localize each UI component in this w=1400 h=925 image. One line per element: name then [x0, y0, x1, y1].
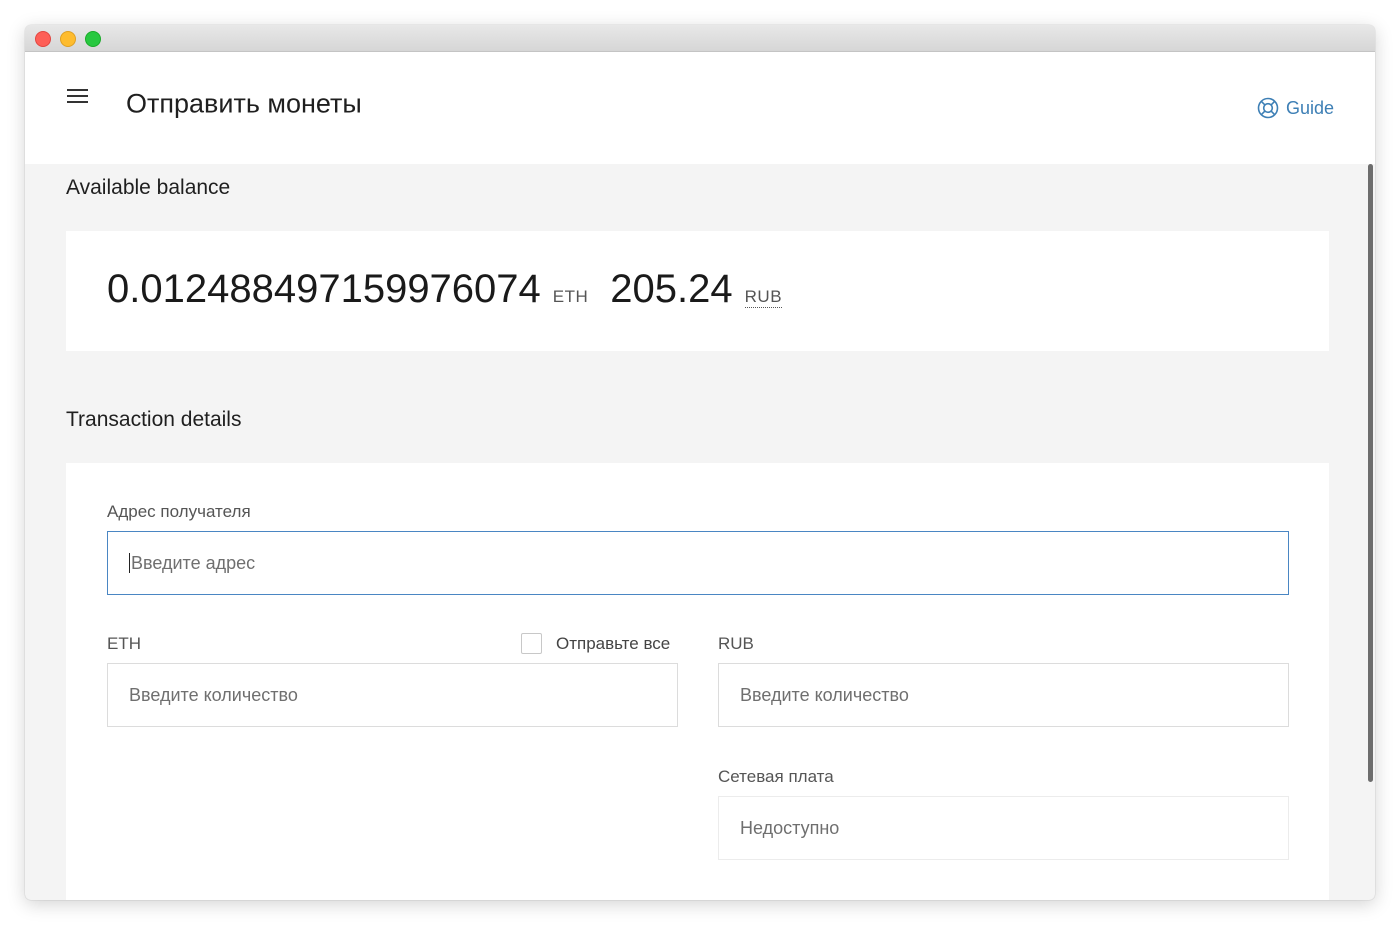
app-header: Отправить монеты Guide: [25, 52, 1375, 164]
send-all-checkbox[interactable]: [521, 633, 542, 654]
fiat-balance-amount: 205.24: [610, 267, 733, 311]
eth-amount-input[interactable]: Введите количество: [107, 663, 678, 727]
window-maximize-button[interactable]: [85, 31, 101, 47]
window-titlebar: [25, 25, 1375, 52]
network-fee-value: Недоступно: [740, 817, 840, 838]
eth-amount-label: ETH: [107, 634, 141, 653]
balance-row: 0.012488497159976074 ETH 205.24 RUB: [107, 267, 783, 312]
vertical-scrollbar[interactable]: [1368, 164, 1373, 782]
recipient-address-label: Адрес получателя: [107, 502, 251, 521]
eth-balance-unit: ETH: [552, 287, 589, 306]
transaction-details-heading: Transaction details: [66, 408, 242, 431]
guide-label: Guide: [1285, 97, 1334, 118]
hamburger-menu-icon[interactable]: [66, 84, 90, 108]
recipient-address-placeholder: Введите адрес: [131, 552, 256, 573]
balance-card: 0.012488497159976074 ETH 205.24 RUB: [66, 231, 1329, 351]
send-all-label[interactable]: Отправьте все: [556, 634, 670, 654]
window-minimize-button[interactable]: [60, 31, 76, 47]
lifebuoy-icon: [1257, 97, 1279, 119]
fiat-balance-unit[interactable]: RUB: [744, 287, 783, 308]
app-window: Отправить монеты Guide Available balance…: [25, 25, 1375, 900]
text-caret: [129, 553, 130, 573]
available-balance-heading: Available balance: [66, 176, 231, 199]
rub-amount-input[interactable]: Введите количество: [718, 663, 1289, 727]
network-fee-label: Сетевая плата: [718, 767, 834, 786]
rub-amount-placeholder: Введите количество: [740, 684, 909, 705]
page-title: Отправить монеты: [126, 88, 362, 119]
rub-amount-label: RUB: [718, 634, 754, 653]
recipient-address-input[interactable]: Введите адрес: [107, 531, 1289, 595]
transaction-card: Адрес получателя Введите адрес ETH Отпра…: [66, 463, 1329, 900]
eth-amount-placeholder: Введите количество: [129, 684, 298, 705]
guide-link[interactable]: Guide: [1257, 97, 1334, 119]
network-fee-field: Недоступно: [718, 796, 1289, 860]
window-close-button[interactable]: [35, 31, 51, 47]
eth-balance-amount: 0.012488497159976074: [107, 267, 541, 311]
